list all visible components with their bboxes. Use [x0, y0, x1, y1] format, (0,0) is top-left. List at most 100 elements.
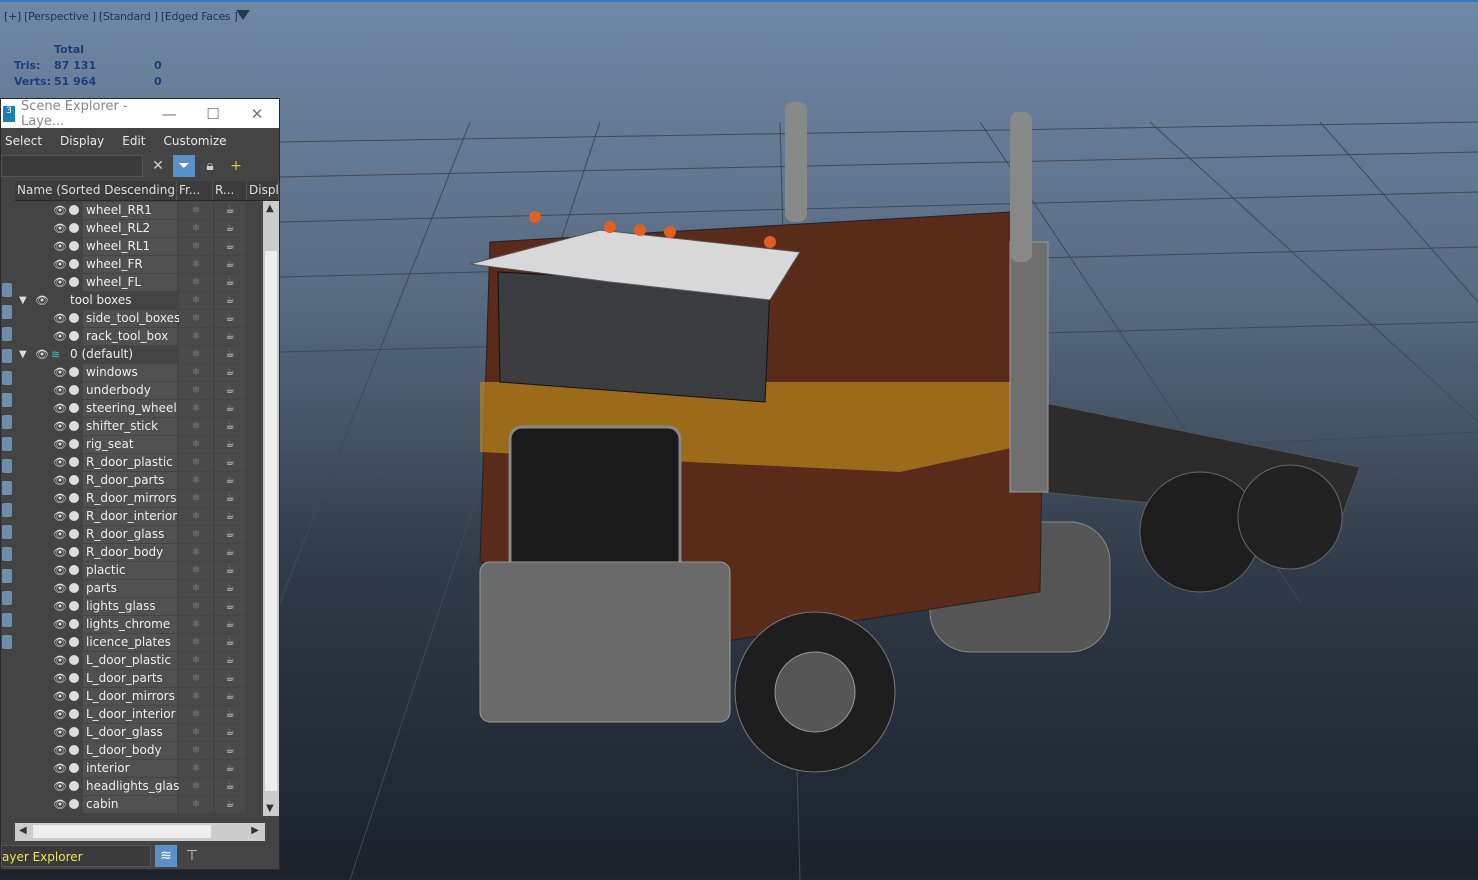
row-name[interactable]: L_door_plastic	[83, 651, 177, 669]
freeze-icon[interactable]: ❄	[179, 291, 213, 309]
row-name[interactable]: R_door_interior	[83, 507, 177, 525]
visibility-eye-icon[interactable]: 👁︎	[53, 528, 67, 541]
row-name[interactable]: L_door_mirrors	[83, 687, 177, 705]
render-teapot-icon[interactable]: ☕︎	[215, 237, 245, 255]
render-teapot-icon[interactable]: ☕︎	[215, 651, 245, 669]
visibility-eye-icon[interactable]: 👁︎	[53, 312, 67, 325]
freeze-icon[interactable]: ❄	[179, 705, 213, 723]
visibility-eye-icon[interactable]: 👁︎	[53, 564, 67, 577]
visibility-eye-icon[interactable]: 👁︎	[35, 348, 49, 361]
render-teapot-icon[interactable]: ☕︎	[215, 777, 245, 795]
visibility-eye-icon[interactable]: 👁︎	[53, 618, 67, 631]
visibility-eye-icon[interactable]: 👁︎	[53, 726, 67, 739]
object-row[interactable]: 👁︎ R_door_plastic ❄ ☕︎	[15, 453, 263, 471]
object-row[interactable]: 👁︎ wheel_RR1 ❄ ☕︎	[15, 201, 263, 219]
freeze-icon[interactable]: ❄	[179, 273, 213, 291]
row-name[interactable]: lights_chrome	[83, 615, 177, 633]
visibility-eye-icon[interactable]: 👁︎	[53, 402, 67, 415]
row-name[interactable]: R_door_plastic	[83, 453, 177, 471]
row-name[interactable]: wheel_FR	[83, 255, 177, 273]
render-teapot-icon[interactable]: ☕︎	[215, 417, 245, 435]
object-row[interactable]: 👁︎ L_door_plastic ❄ ☕︎	[15, 651, 263, 669]
layer-row[interactable]: ▼ 👁︎ ≋ 0 (default) ❄ ☕︎	[15, 345, 263, 363]
render-teapot-icon[interactable]: ☕︎	[215, 255, 245, 273]
object-row[interactable]: 👁︎ side_tool_boxes ❄ ☕︎	[15, 309, 263, 327]
row-name[interactable]: headlights_glass	[83, 777, 186, 795]
render-teapot-icon[interactable]: ☕︎	[215, 669, 245, 687]
menu-display[interactable]: Display	[56, 134, 112, 148]
row-name[interactable]: L_door_body	[83, 741, 177, 759]
object-row[interactable]: 👁︎ windows ❄ ☕︎	[15, 363, 263, 381]
visibility-eye-icon[interactable]: 👁︎	[53, 798, 67, 811]
object-row[interactable]: 👁︎ underbody ❄ ☕︎	[15, 381, 263, 399]
row-name[interactable]: R_door_mirrors	[83, 489, 177, 507]
freeze-icon[interactable]: ❄	[179, 615, 213, 633]
visibility-eye-icon[interactable]: 👁︎	[53, 258, 67, 271]
freeze-icon[interactable]: ❄	[179, 687, 213, 705]
render-teapot-icon[interactable]: ☕︎	[215, 435, 245, 453]
object-row[interactable]: 👁︎ R_door_glass ❄ ☕︎	[15, 525, 263, 543]
render-teapot-icon[interactable]: ☕︎	[215, 363, 245, 381]
layer-row[interactable]: ▼ 👁︎ tool boxes ❄ ☕︎	[15, 291, 263, 309]
freeze-icon[interactable]: ❄	[179, 327, 213, 345]
object-row[interactable]: 👁︎ steering_wheel ❄ ☕︎	[15, 399, 263, 417]
visibility-eye-icon[interactable]: 👁︎	[53, 438, 67, 451]
visibility-eye-icon[interactable]: 👁︎	[53, 636, 67, 649]
object-row[interactable]: 👁︎ L_door_interior ❄ ☕︎	[15, 705, 263, 723]
render-teapot-icon[interactable]: ☕︎	[215, 291, 245, 309]
column-name[interactable]: Name (Sorted Descending)	[15, 181, 177, 200]
visibility-eye-icon[interactable]: 👁︎	[53, 510, 67, 523]
visibility-eye-icon[interactable]: 👁︎	[53, 384, 67, 397]
row-name[interactable]: R_door_parts	[83, 471, 177, 489]
column-display[interactable]: Displa	[247, 181, 279, 200]
menu-edit[interactable]: Edit	[118, 134, 153, 148]
close-button[interactable]: ✕	[235, 105, 279, 123]
visibility-eye-icon[interactable]: 👁︎	[53, 744, 67, 757]
freeze-icon[interactable]: ❄	[179, 561, 213, 579]
visibility-eye-icon[interactable]: 👁︎	[53, 222, 67, 235]
row-name[interactable]: L_door_glass	[83, 723, 177, 741]
row-name[interactable]: tool boxes	[67, 292, 161, 309]
row-name[interactable]: rack_tool_box	[83, 327, 177, 345]
object-row[interactable]: 👁︎ interior ❄ ☕︎	[15, 759, 263, 777]
render-teapot-icon[interactable]: ☕︎	[215, 381, 245, 399]
row-name[interactable]: wheel_FL	[83, 273, 177, 291]
render-teapot-icon[interactable]: ☕︎	[215, 453, 245, 471]
render-teapot-icon[interactable]: ☕︎	[215, 687, 245, 705]
visibility-eye-icon[interactable]: 👁︎	[53, 582, 67, 595]
object-row[interactable]: 👁︎ L_door_body ❄ ☕︎	[15, 741, 263, 759]
object-row[interactable]: 👁︎ R_door_parts ❄ ☕︎	[15, 471, 263, 489]
filter-toggle-icon[interactable]: ⏷	[173, 155, 195, 177]
visibility-eye-icon[interactable]: 👁︎	[53, 546, 67, 559]
freeze-icon[interactable]: ❄	[179, 759, 213, 777]
visibility-eye-icon[interactable]: 👁︎	[53, 690, 67, 703]
freeze-icon[interactable]: ❄	[179, 219, 213, 237]
add-layer-icon[interactable]: +	[225, 155, 247, 177]
row-name[interactable]: windows	[83, 363, 177, 381]
row-name[interactable]: cabin	[83, 795, 177, 813]
column-freeze[interactable]: Fr...	[177, 181, 213, 200]
freeze-icon[interactable]: ❄	[179, 237, 213, 255]
clear-search-icon[interactable]: ✕	[147, 155, 169, 177]
horizontal-scrollbar[interactable]: ◀ ▶	[15, 823, 265, 841]
freeze-icon[interactable]: ❄	[179, 399, 213, 417]
object-row[interactable]: 👁︎ rack_tool_box ❄ ☕︎	[15, 327, 263, 345]
visibility-eye-icon[interactable]: 👁︎	[53, 330, 67, 343]
row-name[interactable]: R_door_glass	[83, 525, 177, 543]
minimize-button[interactable]: —	[147, 105, 191, 123]
row-name[interactable]: licence_plates	[83, 633, 177, 651]
row-name[interactable]: R_door_body	[83, 543, 177, 561]
hierarchy-icon[interactable]: ⊤	[181, 845, 203, 867]
row-name[interactable]: side_tool_boxes	[83, 309, 180, 327]
visibility-eye-icon[interactable]: 👁︎	[53, 456, 67, 469]
render-teapot-icon[interactable]: ☕︎	[215, 579, 245, 597]
row-name[interactable]: steering_wheel	[83, 399, 177, 417]
render-teapot-icon[interactable]: ☕︎	[215, 399, 245, 417]
freeze-icon[interactable]: ❄	[179, 417, 213, 435]
render-teapot-icon[interactable]: ☕︎	[215, 705, 245, 723]
object-row[interactable]: 👁︎ wheel_FL ❄ ☕︎	[15, 273, 263, 291]
render-teapot-icon[interactable]: ☕︎	[215, 201, 245, 219]
active-layer-icon[interactable]: ≋	[51, 348, 60, 361]
object-row[interactable]: 👁︎ L_door_glass ❄ ☕︎	[15, 723, 263, 741]
object-row[interactable]: 👁︎ rig_seat ❄ ☕︎	[15, 435, 263, 453]
